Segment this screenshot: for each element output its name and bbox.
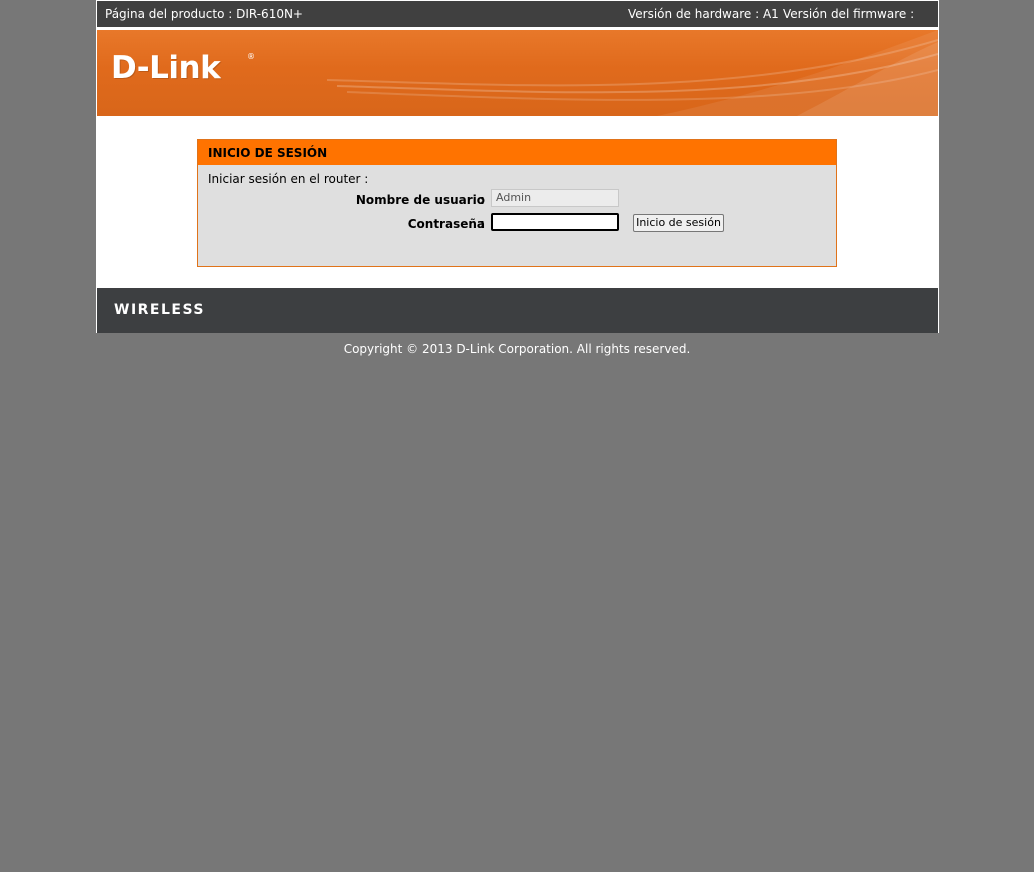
- password-colon: :: [480, 217, 485, 231]
- banner-swoosh-graphic: [326, 30, 938, 116]
- dlink-logo: D-Link: [111, 50, 221, 86]
- login-button[interactable]: Inicio de sesión: [633, 214, 724, 232]
- login-panel: INICIO DE SESIÓN Iniciar sesión en el ro…: [197, 139, 837, 267]
- login-intro-text: Iniciar sesión en el router :: [208, 172, 369, 186]
- username-field[interactable]: Admin: [491, 189, 619, 207]
- product-page-text: Página del producto : DIR-610N+: [105, 7, 303, 21]
- username-colon: :: [480, 193, 485, 207]
- wireless-brand: WIRELESS: [114, 302, 206, 318]
- wireless-footer-bar: WIRELESS: [97, 288, 938, 333]
- password-field[interactable]: [491, 213, 619, 231]
- registered-mark: ®: [247, 52, 255, 61]
- copyright-text: Copyright © 2013 D-Link Corporation. All…: [343, 342, 691, 356]
- password-label: Contraseña: [407, 217, 485, 231]
- top-info-bar: Página del producto : DIR-610N+ Versión …: [97, 1, 938, 47]
- hardware-version-text: Versión de hardware : A1: [628, 7, 779, 21]
- login-title: INICIO DE SESIÓN: [208, 146, 328, 160]
- username-label: Nombre de usuario: [355, 193, 485, 207]
- header-banner: D-Link ®: [97, 30, 938, 116]
- login-panel-header: INICIO DE SESIÓN: [198, 140, 836, 165]
